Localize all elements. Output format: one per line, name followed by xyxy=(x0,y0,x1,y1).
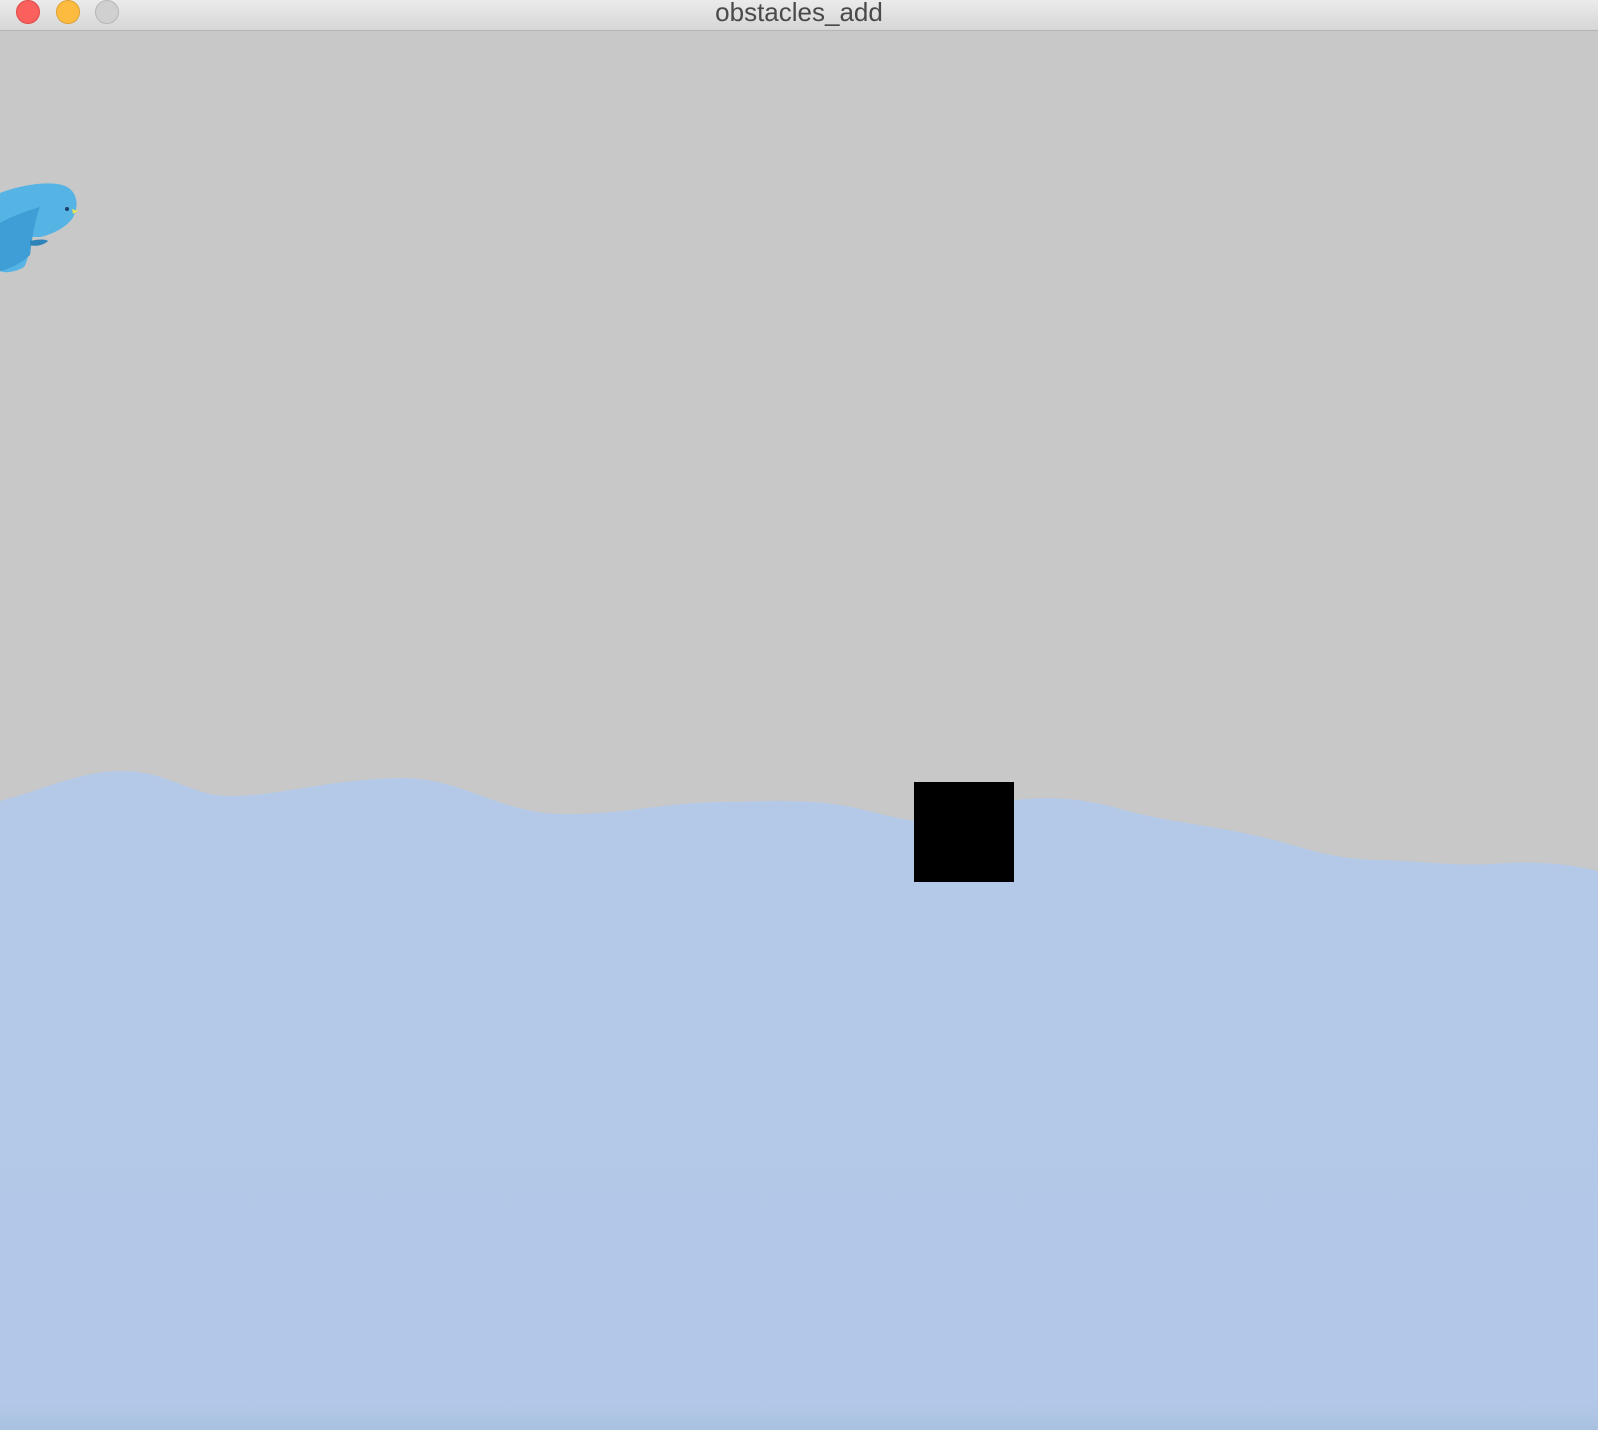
water-scene xyxy=(0,31,1598,1430)
obstacle-block xyxy=(914,782,1014,882)
bird-foot xyxy=(30,239,48,246)
bird-eye xyxy=(65,207,69,211)
water-surface xyxy=(0,771,1598,1430)
window-title: obstacles_add xyxy=(715,0,883,27)
window-titlebar[interactable]: obstacles_add xyxy=(0,0,1598,31)
app-window: obstacles_add xyxy=(0,0,1598,1430)
bird-player xyxy=(0,183,78,273)
game-canvas[interactable] xyxy=(0,31,1598,1430)
